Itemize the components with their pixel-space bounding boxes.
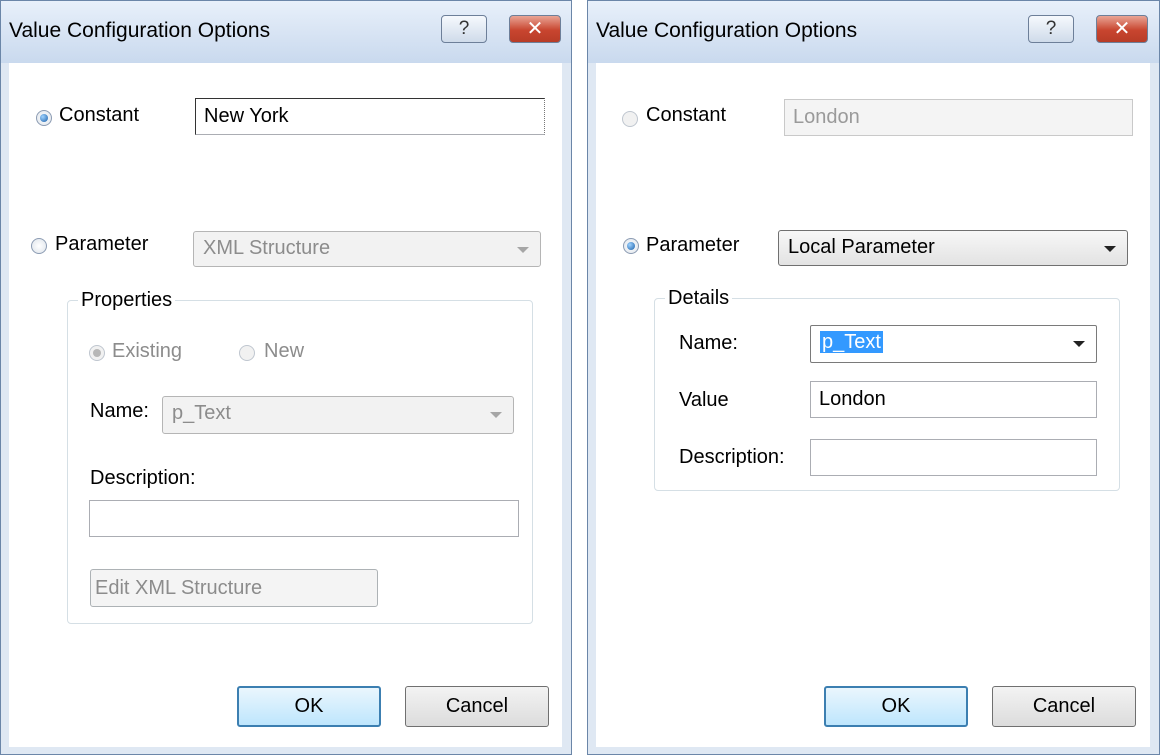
constant-value-input[interactable]: London: [784, 99, 1133, 136]
chevron-down-icon: [1104, 246, 1116, 252]
name-label: Name:: [679, 332, 738, 354]
name-label: Name:: [90, 400, 149, 422]
parameter-type-value: XML Structure: [203, 237, 331, 259]
close-icon: ✕: [1113, 18, 1131, 40]
name-dropdown-value: p_Text: [820, 331, 883, 353]
dialog-title: Value Configuration Options: [9, 19, 271, 42]
value-input[interactable]: London: [810, 381, 1097, 418]
dialog-body: Constant New York Parameter XML Structur…: [9, 63, 562, 747]
parameter-label: Parameter: [55, 233, 149, 255]
name-dropdown[interactable]: p_Text: [162, 396, 514, 434]
value-config-dialog-left: Value Configuration Options ? ✕ Constant…: [0, 0, 572, 755]
new-radio[interactable]: [239, 345, 255, 361]
dialog-title: Value Configuration Options: [596, 19, 858, 42]
ok-button[interactable]: OK: [824, 686, 968, 727]
value-config-dialog-right: Value Configuration Options ? ✕ Constant…: [587, 0, 1160, 755]
description-label: Description:: [679, 446, 785, 468]
ok-button[interactable]: OK: [237, 686, 381, 727]
description-input[interactable]: [89, 500, 519, 537]
constant-radio[interactable]: [622, 111, 638, 127]
close-icon: ✕: [526, 18, 544, 40]
help-button[interactable]: ?: [441, 15, 487, 43]
constant-label: Constant: [59, 104, 140, 126]
cancel-button[interactable]: Cancel: [992, 686, 1136, 727]
details-group: Details Name: p_Text Value London Descri…: [654, 287, 1120, 491]
chevron-down-icon: [490, 412, 502, 418]
constant-radio[interactable]: [36, 110, 52, 126]
constant-value-input[interactable]: New York: [195, 98, 545, 135]
constant-label: Constant: [646, 104, 727, 126]
chevron-down-icon: [517, 247, 529, 253]
parameter-type-dropdown[interactable]: XML Structure: [193, 231, 541, 267]
existing-radio[interactable]: [89, 345, 105, 361]
existing-label: Existing: [112, 340, 183, 362]
title-bar: Value Configuration Options ? ✕: [1, 1, 571, 63]
edit-xml-structure-button[interactable]: Edit XML Structure: [90, 569, 378, 607]
name-dropdown-value: p_Text: [172, 402, 231, 424]
properties-group: Properties Existing New Name: p_Text Des…: [67, 289, 533, 624]
description-input[interactable]: [810, 439, 1097, 476]
title-bar: Value Configuration Options ? ✕: [588, 1, 1159, 63]
parameter-label: Parameter: [646, 234, 740, 256]
name-dropdown[interactable]: p_Text: [810, 325, 1097, 363]
dialog-body: Constant London Parameter Local Paramete…: [596, 63, 1150, 747]
parameter-radio[interactable]: [31, 238, 47, 254]
help-button[interactable]: ?: [1028, 15, 1074, 43]
parameter-type-value: Local Parameter: [788, 236, 935, 258]
details-group-title: Details: [665, 287, 733, 310]
parameter-radio[interactable]: [623, 238, 639, 254]
description-label: Description:: [90, 467, 196, 489]
properties-group-title: Properties: [78, 289, 176, 312]
cancel-button[interactable]: Cancel: [405, 686, 549, 727]
close-button[interactable]: ✕: [509, 15, 561, 43]
value-label: Value: [679, 389, 729, 411]
question-mark-icon: ?: [1045, 18, 1057, 39]
parameter-type-dropdown[interactable]: Local Parameter: [778, 230, 1128, 266]
chevron-down-icon: [1073, 341, 1085, 347]
new-label: New: [264, 340, 305, 362]
question-mark-icon: ?: [458, 18, 470, 39]
close-button[interactable]: ✕: [1096, 15, 1148, 43]
